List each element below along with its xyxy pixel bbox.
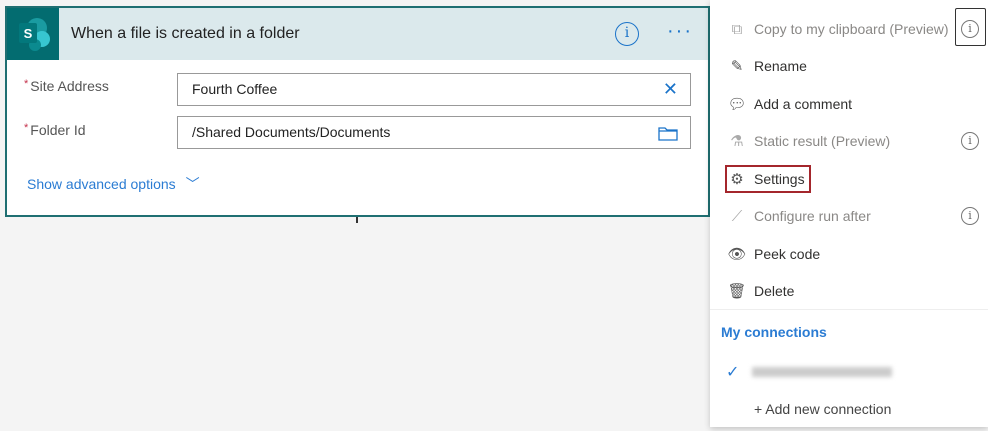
info-icon[interactable]: i xyxy=(961,132,979,150)
folder-id-label: * Folder Id xyxy=(24,122,86,138)
show-advanced-options-link[interactable]: Show advanced options ﹀ xyxy=(27,174,200,194)
folder-icon[interactable] xyxy=(658,117,678,151)
comment-icon: 💬︎ xyxy=(727,96,747,113)
trash-icon: 🗑︎ xyxy=(727,283,747,300)
site-address-input[interactable]: Fourth Coffee ✕ xyxy=(177,73,691,106)
checkmark-icon: ✓ xyxy=(726,364,740,381)
folder-id-input[interactable]: /Shared Documents/Documents xyxy=(177,116,691,149)
menu-item-rename[interactable]: ✎ Rename xyxy=(726,54,807,78)
menu-item-static-result[interactable]: ⚗ Static result (Preview) xyxy=(726,129,890,153)
menu-item-copy[interactable]: ⧉ Copy to my clipboard (Preview) xyxy=(726,17,949,41)
sharepoint-logo-icon: S xyxy=(7,8,59,60)
info-icon[interactable]: i xyxy=(615,22,639,46)
card-title: When a file is created in a folder xyxy=(71,25,300,42)
info-icon[interactable]: i xyxy=(961,207,979,225)
pencil-icon: ✎ xyxy=(730,58,744,75)
connector-line xyxy=(356,217,358,223)
menu-item-add-comment[interactable]: 💬︎ Add a comment xyxy=(726,92,852,116)
menu-item-configure-run-after[interactable]: ⟋ Configure run after xyxy=(726,204,871,228)
my-connections-header: My connections xyxy=(721,324,827,340)
chevron-down-icon: ﹀ xyxy=(185,176,200,192)
menu-item-settings[interactable]: ⚙ Settings xyxy=(726,167,804,191)
run-after-icon: ⟋ xyxy=(731,207,743,225)
site-address-label: * Site Address xyxy=(24,78,109,94)
copy-icon: ⧉ xyxy=(731,20,743,38)
add-new-connection-link[interactable]: + Add new connection xyxy=(754,401,891,417)
info-icon[interactable]: i xyxy=(961,20,979,38)
menu-item-delete[interactable]: 🗑︎ Delete xyxy=(726,279,794,303)
flask-icon: ⚗ xyxy=(730,133,744,150)
menu-item-peek-code[interactable]: 👁︎ Peek code xyxy=(726,242,820,266)
context-menu: ⧉ Copy to my clipboard (Preview) i ✎ Renam… xyxy=(710,0,988,427)
more-options-icon[interactable]: ··· xyxy=(667,20,693,43)
svg-text:S: S xyxy=(24,26,33,41)
gear-icon: ⚙ xyxy=(730,171,744,188)
connection-item-redacted[interactable] xyxy=(752,367,892,377)
card-header[interactable]: S When a file is created in a folder i ·… xyxy=(7,8,708,60)
trigger-card: S When a file is created in a folder i ·… xyxy=(5,6,710,217)
divider xyxy=(710,309,988,310)
clear-icon[interactable]: ✕ xyxy=(663,74,678,105)
eye-icon: 👁︎ xyxy=(727,246,747,263)
